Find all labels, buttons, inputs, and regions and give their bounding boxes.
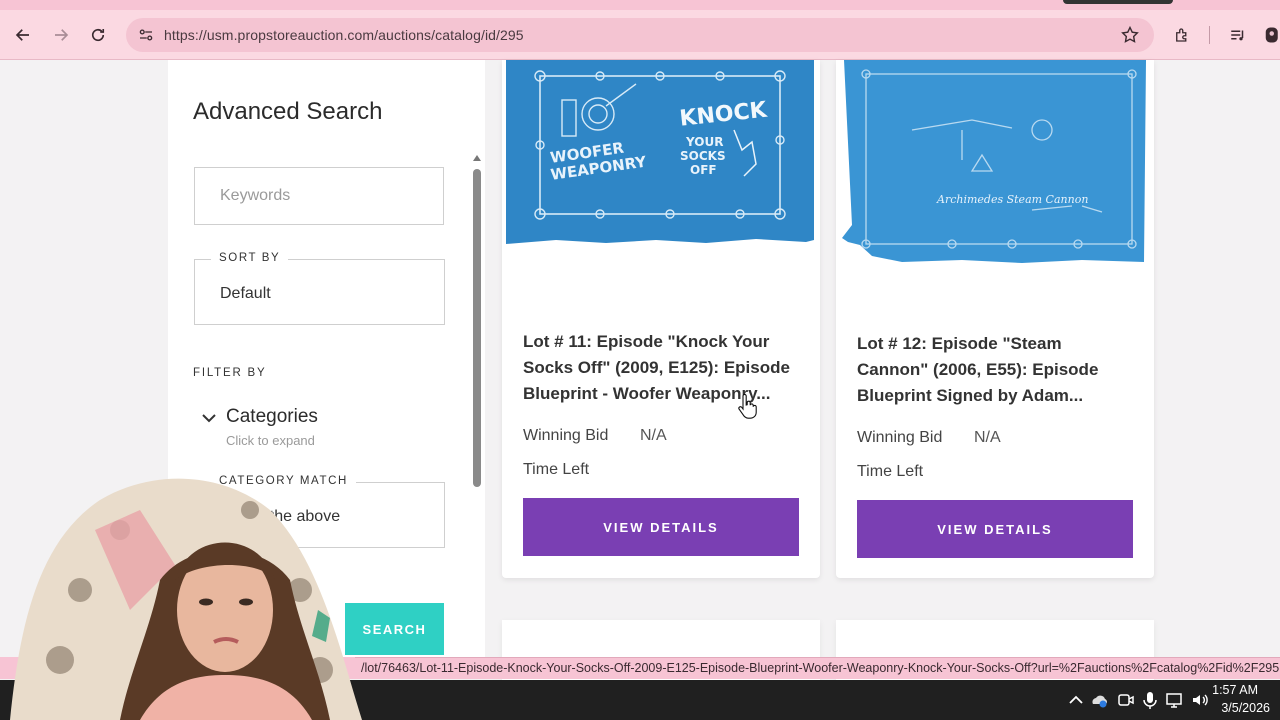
taskbar-time[interactable]: 1:57 AM — [1212, 683, 1258, 697]
star-icon[interactable] — [1120, 25, 1140, 45]
view-details-button[interactable]: VIEW DETAILS — [523, 498, 799, 556]
view-details-button[interactable]: VIEW DETAILS — [857, 500, 1133, 558]
scroll-up-arrow-icon[interactable] — [473, 155, 481, 161]
lot-image[interactable]: Archimedes Steam Cannon — [842, 60, 1150, 265]
sort-by-value: Default — [220, 285, 271, 302]
network-icon[interactable] — [1165, 690, 1185, 710]
sort-by-select[interactable]: SORT BY Default — [194, 252, 445, 325]
keywords-field[interactable] — [194, 167, 444, 225]
address-bar[interactable]: https://usm.propstoreauction.com/auction… — [126, 18, 1154, 52]
extensions-icon[interactable] — [1170, 23, 1194, 47]
meet-icon[interactable] — [1116, 690, 1136, 710]
forward-arrow-icon[interactable] — [49, 23, 73, 47]
svg-text:YOUR: YOUR — [685, 135, 723, 149]
winning-bid-label: Winning Bid — [857, 429, 943, 446]
filter-by-label: FILTER BY — [193, 367, 267, 379]
svg-text:SOCKS: SOCKS — [680, 149, 726, 163]
lot-card: WOOFER WEAPONRY KNOCK YOUR SOCKS OFF Lot… — [502, 60, 820, 578]
reload-icon[interactable] — [86, 23, 110, 47]
categories-toggle[interactable]: Categories — [226, 406, 318, 428]
lot-card: Archimedes Steam Cannon Lot # 12: Episod… — [836, 60, 1154, 578]
volume-icon[interactable] — [1190, 690, 1210, 710]
svg-text:OFF: OFF — [690, 163, 717, 177]
scrollbar-thumb[interactable] — [473, 169, 481, 487]
winning-bid-value: N/A — [974, 429, 1001, 446]
onedrive-icon[interactable] — [1090, 690, 1110, 710]
chevron-up-icon[interactable] — [1066, 690, 1086, 710]
categories-hint: Click to expand — [226, 433, 315, 448]
keywords-input[interactable] — [195, 168, 443, 224]
lot-title[interactable]: Lot # 11: Episode "Knock Your Socks Off"… — [523, 329, 799, 407]
chevron-down-icon[interactable] — [201, 410, 217, 426]
winning-bid-label: Winning Bid — [523, 427, 609, 444]
browser-toolbar: https://usm.propstoreauction.com/auction… — [0, 10, 1280, 60]
microphone-icon[interactable] — [1140, 690, 1160, 710]
hand-cursor-icon — [738, 394, 757, 419]
link-preview-url: /lot/76463/Lot-11-Episode-Knock-Your-Soc… — [361, 661, 1280, 675]
sidebar-scrollbar[interactable] — [470, 155, 484, 495]
webcam-overlay — [0, 470, 362, 720]
winning-bid-value: N/A — [640, 427, 667, 444]
toolbar-divider — [1209, 26, 1210, 44]
taskbar-date[interactable]: 3/5/2026 — [1221, 701, 1270, 715]
media-icon[interactable] — [1226, 23, 1250, 47]
lot-title[interactable]: Lot # 12: Episode "Steam Cannon" (2006, … — [857, 331, 1133, 409]
active-tab-indicator[interactable] — [1063, 0, 1173, 4]
back-arrow-icon[interactable] — [11, 23, 35, 47]
blueprint-caption: Archimedes Steam Cannon — [936, 193, 1088, 206]
profile-icon[interactable] — [1262, 23, 1280, 47]
lot-image[interactable]: WOOFER WEAPONRY KNOCK YOUR SOCKS OFF — [506, 60, 814, 244]
time-left-label: Time Left — [523, 461, 590, 478]
site-info-icon[interactable] — [134, 23, 158, 47]
panel-title: Advanced Search — [193, 98, 383, 125]
time-left-label: Time Left — [857, 463, 924, 480]
sort-by-label: SORT BY — [211, 252, 289, 264]
url-text[interactable]: https://usm.propstoreauction.com/auction… — [164, 27, 524, 43]
link-preview-statusbar: /lot/76463/Lot-11-Episode-Knock-Your-Soc… — [355, 657, 1280, 679]
